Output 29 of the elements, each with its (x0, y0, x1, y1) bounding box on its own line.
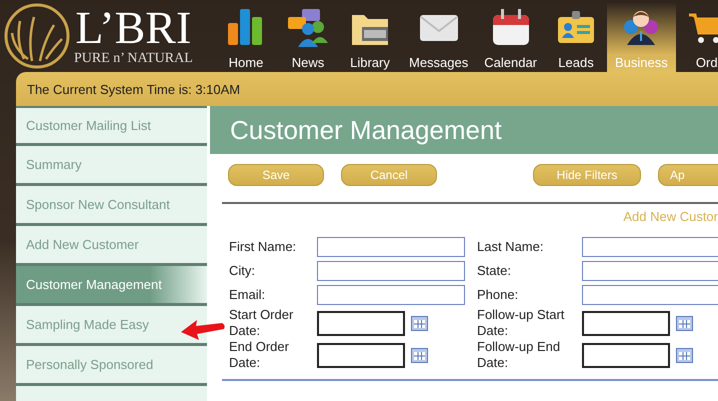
sidebar-item[interactable]: Customer Management (16, 266, 207, 306)
action-button[interactable]: Ap (658, 164, 718, 186)
field-label: Follow-up End Date: (477, 341, 562, 369)
field-label: Follow-up Start Date: (477, 309, 566, 337)
field-label: Start Order Date: (229, 309, 294, 337)
nav-item[interactable]: Ord (676, 2, 718, 72)
field-label: First Name: (229, 239, 298, 255)
brand-tagline: PURE n’ NATURAL (74, 51, 193, 67)
system-time-text: The Current System Time is: 3:10AM (27, 82, 240, 96)
nav-item[interactable]: Library (339, 2, 401, 72)
nav-item[interactable]: Business (607, 2, 676, 72)
nav-item[interactable]: Messages (401, 2, 476, 72)
action-button[interactable]: Hide Filters (533, 164, 641, 186)
action-button[interactable]: Save (228, 164, 324, 186)
nav-item[interactable]: Home (215, 2, 277, 72)
field-label: End Order Date: (229, 341, 290, 369)
nav-item[interactable]: News (277, 2, 339, 72)
sidebar-item[interactable]: Customer Mailing List (16, 106, 207, 146)
nav-item[interactable]: Leads (545, 2, 608, 72)
action-button[interactable]: Cancel (341, 164, 437, 186)
brand-name: L’BRI (75, 5, 192, 51)
field-label: City: (229, 263, 256, 279)
field-label: State: (477, 263, 512, 279)
add-customer-link[interactable]: Add New Custor (623, 209, 718, 229)
page-title: Customer Management (210, 106, 718, 154)
nav-item[interactable]: Calendar (476, 2, 546, 72)
field-label: Email: (229, 287, 266, 303)
field-label: Phone: (477, 287, 520, 303)
field-label: Last Name: (477, 239, 544, 255)
